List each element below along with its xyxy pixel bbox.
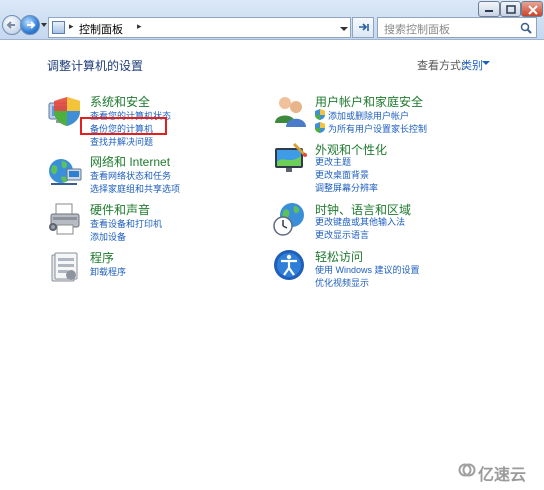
chevron-down-icon[interactable] [482, 61, 490, 66]
watermark-logo-icon [458, 463, 476, 477]
maximize-button[interactable] [500, 1, 521, 17]
breadcrumb-arrow-icon[interactable]: ▸ [69, 21, 74, 32]
category-title[interactable]: 系统和安全 [90, 93, 150, 110]
shield-pc-icon [48, 97, 80, 126]
refresh-button[interactable] [352, 17, 374, 38]
watermark-text: 亿速云 [478, 467, 527, 484]
forward-button[interactable] [20, 15, 40, 35]
category-title[interactable]: 程序 [90, 249, 114, 266]
appearance-icon [275, 142, 307, 172]
address-bar[interactable]: ▸ 控制面板 ▸ [48, 17, 351, 38]
back-button[interactable] [2, 15, 22, 35]
category-hardware-sound: 硬件和声音 查看设备和打印机 添加设备 [47, 201, 247, 243]
breadcrumb-arrow-icon[interactable]: ▸ [137, 21, 142, 32]
network-globe-icon [49, 159, 82, 185]
category-programs: 程序 卸载程序 [47, 249, 247, 285]
breadcrumb-control-panel[interactable]: 控制面板 [79, 21, 123, 37]
link-homegroup-sharing[interactable]: 选择家庭组和共享选项 [90, 182, 180, 195]
search-input[interactable]: 搜索控制面板 [384, 21, 450, 37]
category-network-internet: 网络和 Internet 查看网络状态和任务 选择家庭组和共享选项 [47, 153, 247, 195]
forward-arrow-icon [27, 21, 36, 29]
category-title[interactable]: 网络和 Internet [90, 153, 170, 170]
uac-shield-icon [315, 122, 325, 133]
ease-of-access-icon [274, 250, 304, 280]
programs-icon [51, 252, 78, 282]
category-appearance: 外观和个性化 更改主题 更改桌面背景 调整屏幕分辨率 [272, 141, 502, 197]
recent-pages-dropdown-icon[interactable] [41, 22, 47, 28]
link-optimize-visual-display[interactable]: 优化视频显示 [315, 276, 369, 289]
control-panel-icon [52, 21, 65, 34]
view-by-dropdown[interactable]: 类别 [461, 57, 483, 73]
page-title: 调整计算机的设置 [47, 59, 144, 73]
category-user-accounts: 用户帐户和家庭安全 添加或删除用户帐户 为所有用户设置家长控制 [272, 93, 502, 135]
link-adjust-resolution[interactable]: 调整屏幕分辨率 [315, 181, 378, 194]
link-use-recommended-settings[interactable]: 使用 Windows 建议的设置 [315, 263, 420, 276]
close-button[interactable] [521, 1, 543, 17]
link-find-fix-problems[interactable]: 查找并解决问题 [90, 135, 153, 148]
uac-shield-icon [315, 109, 325, 120]
category-title[interactable]: 硬件和声音 [90, 201, 150, 218]
category-ease-of-access: 轻松访问 使用 Windows 建议的设置 优化视频显示 [272, 248, 502, 290]
search-icon[interactable] [520, 22, 532, 34]
category-title[interactable]: 用户帐户和家庭安全 [315, 93, 423, 110]
users-icon [275, 97, 306, 127]
link-uninstall-program[interactable]: 卸载程序 [90, 265, 126, 278]
search-box[interactable]: 搜索控制面板 [377, 17, 537, 38]
link-change-desktop-background[interactable]: 更改桌面背景 [315, 168, 369, 181]
link-change-input-method[interactable]: 更改键盘或其他输入法 [315, 215, 405, 228]
category-clock-language-region: 时钟、语言和区域 更改键盘或其他输入法 更改显示语言 [272, 201, 502, 243]
refresh-icon [359, 23, 369, 31]
link-add-device[interactable]: 添加设备 [90, 230, 126, 243]
link-view-devices-printers[interactable]: 查看设备和打印机 [90, 217, 162, 230]
back-arrow-icon [6, 21, 15, 29]
printer-icon [49, 203, 80, 235]
link-parental-controls[interactable]: 为所有用户设置家长控制 [328, 122, 427, 135]
link-change-display-language[interactable]: 更改显示语言 [315, 228, 369, 241]
minimize-button[interactable] [478, 1, 500, 17]
view-by-label: 查看方式: [417, 60, 465, 72]
highlight-annotation [80, 117, 167, 135]
address-dropdown-icon[interactable] [338, 23, 350, 35]
navigation-bar: ▸ 控制面板 ▸ 搜索控制面板 [0, 0, 544, 40]
link-view-network-status[interactable]: 查看网络状态和任务 [90, 169, 171, 182]
link-change-theme[interactable]: 更改主题 [315, 155, 351, 168]
link-add-remove-accounts[interactable]: 添加或删除用户帐户 [328, 109, 409, 122]
clock-globe-icon [273, 203, 304, 236]
